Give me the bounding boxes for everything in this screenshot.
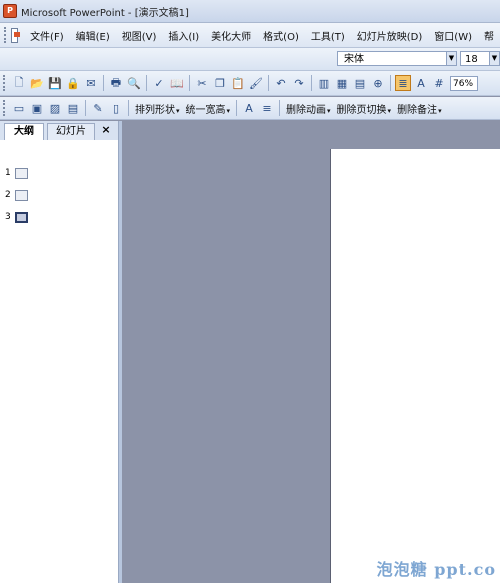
toolbar-grip[interactable] — [3, 100, 7, 116]
close-icon[interactable]: × — [99, 122, 113, 138]
standard-toolbar: 🗋 📂 💾 🔒 ✉ 🖶 🔍 ✓ 📖 ✂ ❐ 📋 🖌 ↶ ↷ ▥ ▦ ▤ ⊕ ≣ … — [0, 71, 500, 96]
text-format-icon[interactable]: A — [241, 100, 257, 116]
grid-icon[interactable]: # — [431, 75, 447, 91]
email-icon[interactable]: ✉ — [83, 75, 99, 91]
chevron-down-icon: ▾ — [438, 106, 442, 115]
menu-insert[interactable]: 插入(I) — [162, 28, 205, 43]
layout-icon[interactable]: ▤ — [65, 100, 81, 116]
expand-all-icon[interactable]: ≣ — [395, 75, 411, 91]
slide-number: 1 — [5, 168, 11, 178]
menu-slideshow[interactable]: 幻灯片放映(D) — [351, 28, 429, 43]
tables-borders-icon[interactable]: ▤ — [352, 75, 368, 91]
toolbar-separator — [85, 100, 86, 116]
font-name-value: 宋体 — [344, 54, 364, 65]
copy-icon[interactable]: ❐ — [212, 75, 228, 91]
slide-thumbnail-selected[interactable] — [15, 211, 28, 223]
toolbar-separator — [268, 75, 269, 91]
slide-number: 2 — [5, 190, 11, 200]
research-icon[interactable]: 📖 — [169, 75, 185, 91]
menu-edit[interactable]: 编辑(E) — [70, 28, 116, 43]
delete-transition-button[interactable]: 删除页切换▾ — [334, 101, 395, 116]
font-toolbar: 宋体 ▼ 18 ▼ — [0, 48, 500, 71]
format-painter-icon[interactable]: 🖌 — [248, 75, 264, 91]
chevron-down-icon: ▾ — [176, 106, 180, 115]
toolbar-grip[interactable] — [4, 27, 8, 43]
toolbar-separator — [236, 100, 238, 116]
menu-view[interactable]: 视图(V) — [116, 28, 163, 43]
menu-beautify[interactable]: 美化大师 — [205, 28, 257, 43]
cut-icon[interactable]: ✂ — [194, 75, 210, 91]
blank-page-icon[interactable]: ▯ — [108, 100, 124, 116]
zoom-value: 76% — [453, 78, 474, 89]
slide-thumbnail[interactable] — [15, 167, 28, 179]
uniform-width-button[interactable]: 统一宽高▾ — [183, 101, 234, 116]
chevron-down-icon[interactable]: ▼ — [446, 52, 456, 65]
hyperlink-icon[interactable]: ⊕ — [370, 75, 386, 91]
toolbar-separator — [279, 100, 281, 116]
pane-tabs: 大纲 幻灯片 × — [0, 121, 118, 141]
chevron-down-icon[interactable]: ▼ — [489, 52, 499, 65]
menu-window[interactable]: 窗口(W) — [428, 28, 478, 43]
font-size-select[interactable]: 18 ▼ — [460, 51, 500, 66]
chevron-down-icon: ▾ — [226, 106, 231, 115]
print-preview-icon[interactable]: 🔍 — [126, 75, 142, 91]
undo-icon[interactable]: ↶ — [273, 75, 289, 91]
insert-table-icon[interactable]: ▦ — [334, 75, 350, 91]
delete-notes-button[interactable]: 删除备注▾ — [394, 101, 445, 116]
toolbar-separator — [189, 75, 190, 91]
zoom-select[interactable]: 76% — [450, 75, 478, 91]
format-toolbar: ▭ ▣ ▨ ▤ ✎ ▯ 排列形状▾ 统一宽高▾ A ≡ 删除动画▾ 删除页切换▾… — [0, 97, 500, 120]
slide-list-item[interactable]: 3 — [5, 210, 28, 224]
save-icon[interactable]: 💾 — [47, 75, 63, 91]
slide-number: 3 — [5, 212, 11, 222]
tab-outline[interactable]: 大纲 — [4, 123, 44, 140]
font-name-select[interactable]: 宋体 ▼ — [337, 51, 457, 66]
picture-icon[interactable]: ▣ — [29, 100, 45, 116]
redo-icon[interactable]: ↷ — [291, 75, 307, 91]
font-size-value: 18 — [465, 54, 478, 65]
tools-icon[interactable]: ✎ — [90, 100, 106, 116]
slide-canvas[interactable] — [330, 149, 500, 583]
menu-help[interactable]: 帮 — [478, 28, 500, 43]
paste-icon[interactable]: 📋 — [230, 75, 246, 91]
slide-list-item[interactable]: 1 — [5, 166, 28, 180]
toolbar-separator — [311, 75, 312, 91]
toolbar-separator — [103, 75, 104, 91]
insert-chart-icon[interactable]: ▥ — [316, 75, 332, 91]
permission-icon[interactable]: 🔒 — [65, 75, 81, 91]
powerpoint-app-icon[interactable]: P — [3, 4, 17, 18]
slide-thumbnail[interactable] — [15, 189, 28, 201]
document-icon[interactable] — [10, 27, 20, 43]
chevron-down-icon: ▾ — [387, 106, 392, 115]
chevron-down-icon: ▾ — [327, 106, 331, 115]
arrange-shapes-button[interactable]: 排列形状▾ — [132, 101, 183, 116]
window-title: Microsoft PowerPoint - [演示文稿1] — [21, 7, 189, 19]
title-bar: P Microsoft PowerPoint - [演示文稿1] — [0, 0, 500, 23]
menu-file[interactable]: 文件(F) — [24, 28, 70, 43]
insert-slide-icon[interactable]: ▭ — [11, 100, 27, 116]
spelling-icon[interactable]: ✓ — [151, 75, 167, 91]
watermark-logo: 泡泡糖 ppt.co — [376, 560, 496, 579]
menu-bar: 文件(F) 编辑(E) 视图(V) 插入(I) 美化大师 格式(O) 工具(T)… — [0, 23, 500, 48]
toolbar-separator — [146, 75, 147, 91]
open-icon[interactable]: 📂 — [29, 75, 45, 91]
delete-animation-button[interactable]: 删除动画▾ — [283, 101, 334, 116]
slide-list-item[interactable]: 2 — [5, 188, 28, 202]
align-icon[interactable]: ≡ — [259, 100, 275, 116]
toolbar-grip[interactable] — [3, 75, 7, 91]
toolbar-separator — [128, 100, 129, 116]
slides-pane: 1 2 3 — [0, 140, 118, 583]
menu-format[interactable]: 格式(O) — [257, 28, 305, 43]
image-icon[interactable]: ▨ — [47, 100, 63, 116]
toolbar-separator — [390, 75, 391, 91]
new-icon[interactable]: 🗋 — [11, 75, 27, 91]
print-icon[interactable]: 🖶 — [108, 75, 124, 91]
tab-slides[interactable]: 幻灯片 — [47, 123, 95, 140]
menu-tools[interactable]: 工具(T) — [305, 28, 351, 43]
show-formatting-icon[interactable]: A — [413, 75, 429, 91]
